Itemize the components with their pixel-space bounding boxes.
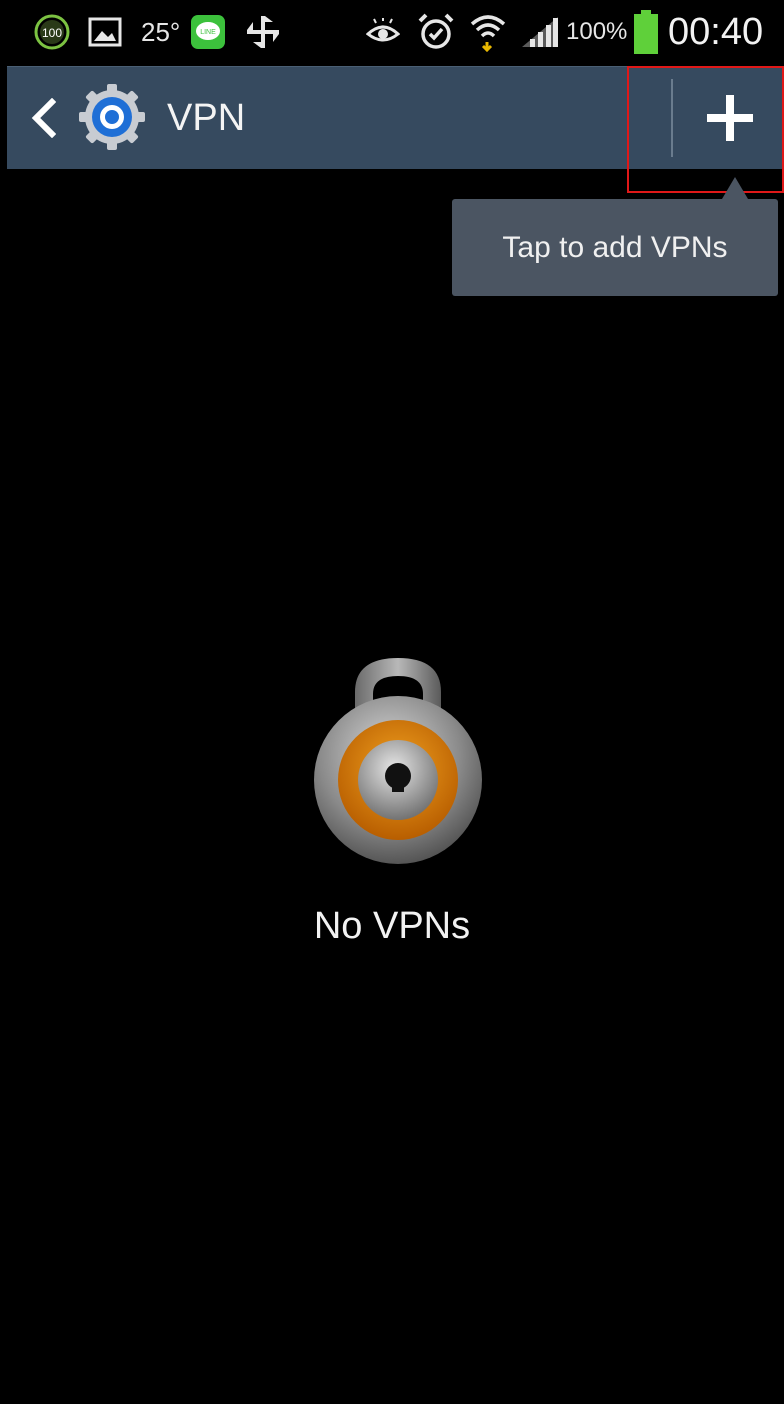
add-vpn-tooltip: Tap to add VPNs — [452, 199, 778, 296]
battery-percent: 100% — [566, 18, 628, 45]
temperature-text: 25° — [141, 16, 181, 47]
pinwheel-app-icon — [244, 0, 282, 64]
svg-text:LINE: LINE — [200, 29, 216, 36]
battery-icon — [632, 0, 660, 64]
wifi-icon — [470, 0, 506, 64]
svg-text:100: 100 — [42, 26, 62, 40]
eye-icon — [366, 0, 400, 64]
empty-state-message: No VPNs — [313, 905, 471, 947]
highlight-box — [627, 66, 784, 193]
line-app-icon: LINE — [190, 0, 226, 64]
padlock-icon — [310, 652, 486, 864]
page-title: VPN — [167, 97, 246, 139]
settings-gear-icon — [77, 82, 147, 152]
tooltip-arrow — [722, 177, 748, 199]
screen-edge — [0, 64, 7, 1404]
back-button[interactable] — [25, 91, 61, 145]
battery-saver-icon: 100 — [32, 0, 72, 64]
gallery-icon — [88, 0, 122, 64]
clock: 00:40 — [668, 10, 764, 53]
alarm-icon — [418, 0, 454, 64]
status-bar: 100 25° LINE 100% 00:40 — [0, 0, 784, 64]
chevron-left-icon — [31, 98, 56, 138]
signal-icon — [520, 0, 560, 64]
